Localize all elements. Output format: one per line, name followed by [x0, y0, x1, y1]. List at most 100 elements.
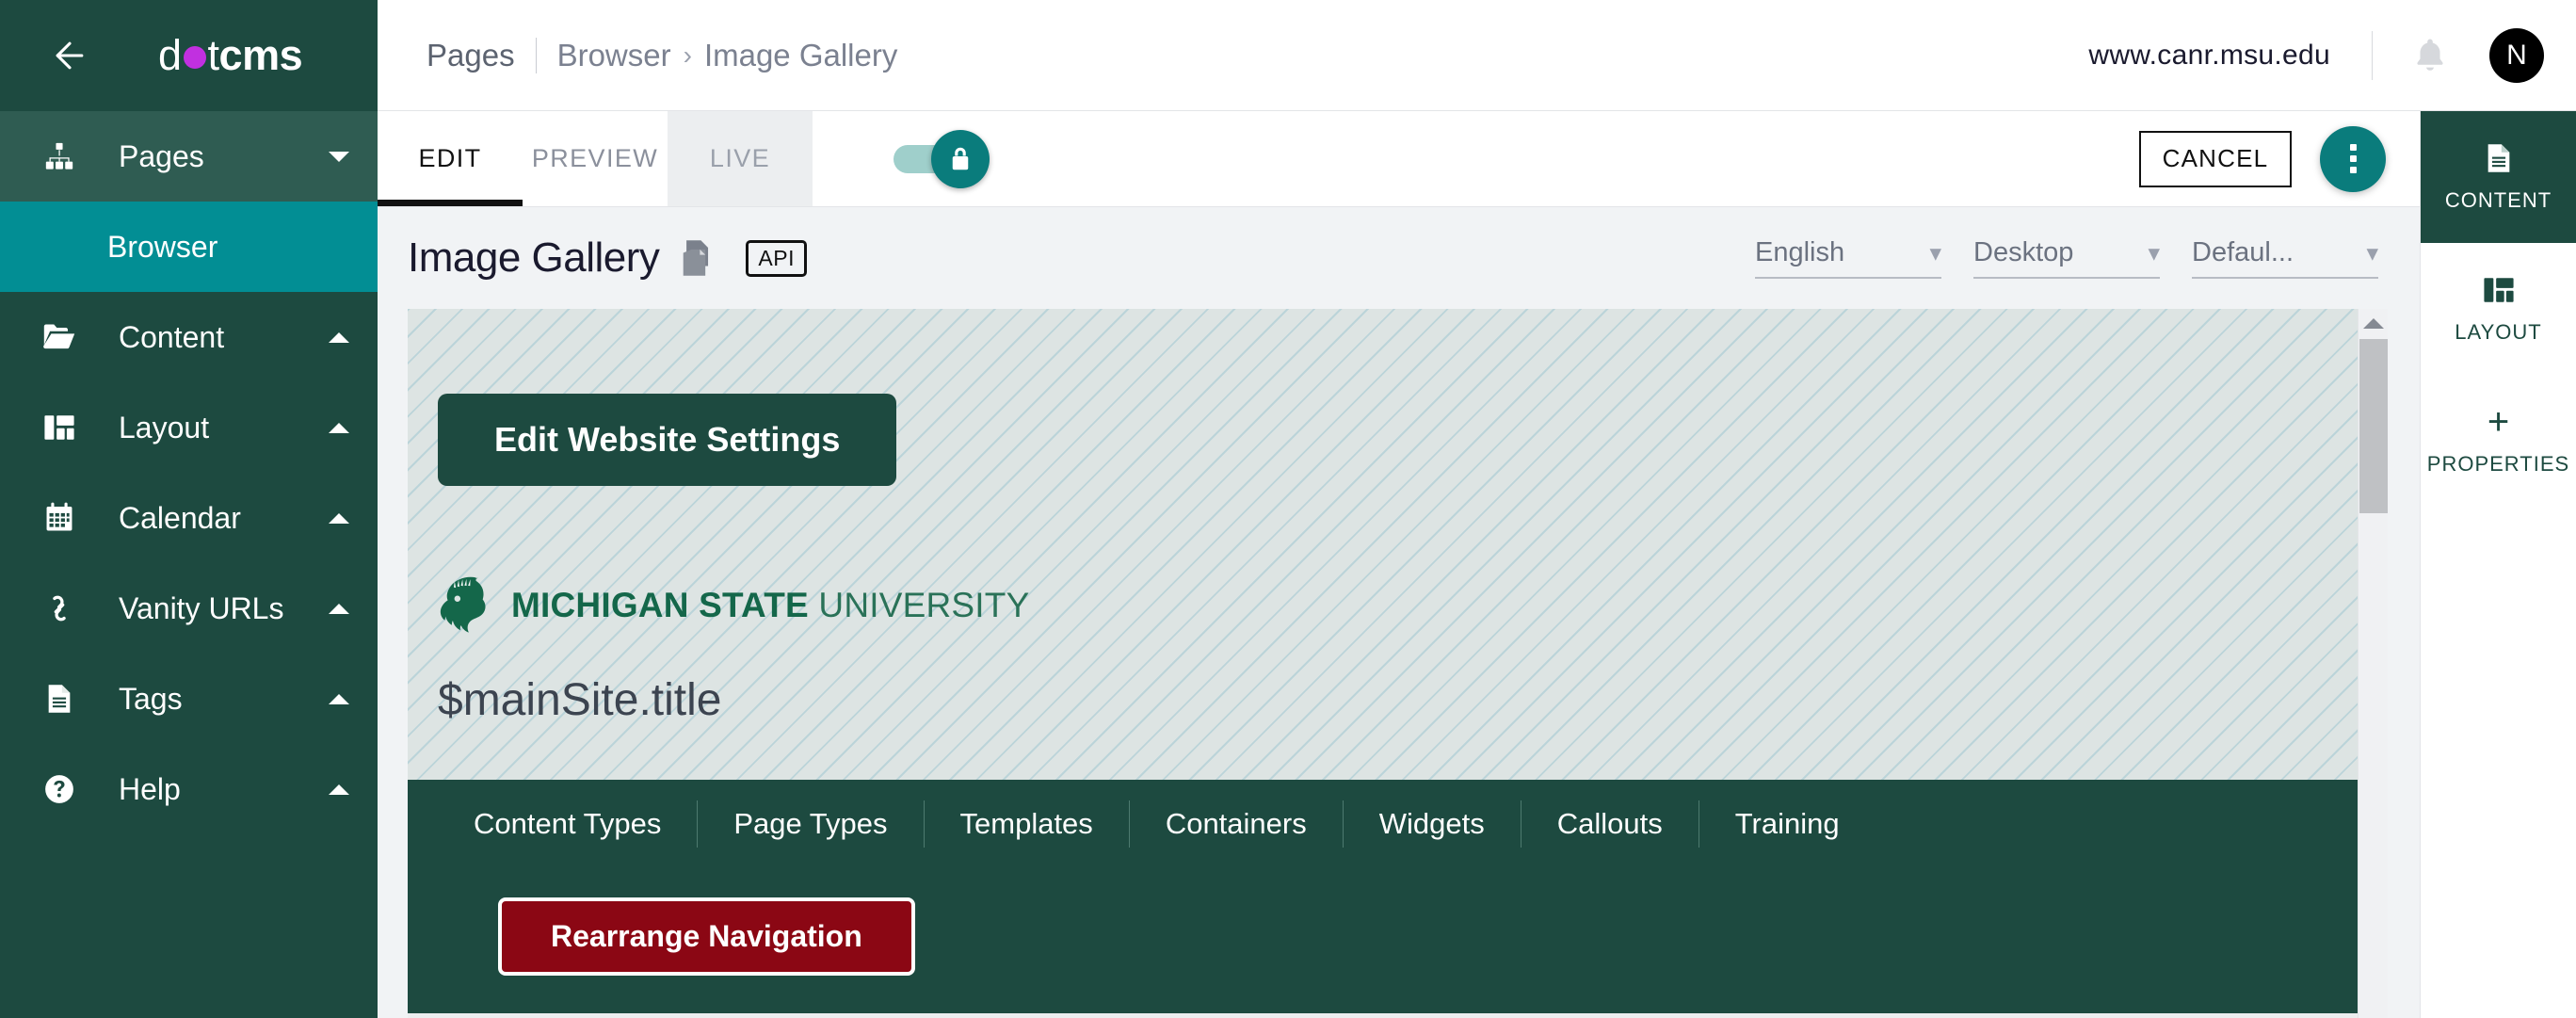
sidebar-item-content[interactable]: Content	[0, 292, 378, 382]
sidebar-item-help[interactable]: Help	[0, 744, 378, 834]
sidebar-item-calendar[interactable]: Calendar	[0, 473, 378, 563]
sidebar-item-label: Layout	[119, 410, 210, 444]
page-preview-iframe[interactable]: Edit Website Settings MICHIGAN STATE UNI…	[408, 309, 2358, 1018]
chevron-up-icon[interactable]	[329, 331, 349, 343]
sidebar-item-vanity-urls[interactable]: Vanity URLs	[0, 563, 378, 654]
nav-item-page-types[interactable]: Page Types	[698, 807, 923, 841]
more-options-button[interactable]	[2320, 125, 2386, 192]
notifications-bell-icon[interactable]	[2410, 36, 2450, 75]
sidebar-item-pages[interactable]: Pages	[0, 111, 378, 202]
canvas-scrollbar[interactable]	[2358, 309, 2388, 1018]
api-badge[interactable]: API	[746, 239, 807, 277]
sidebar-item-label: Calendar	[119, 500, 241, 535]
lock-icon	[931, 129, 990, 188]
sidebar-item-label: Help	[119, 771, 181, 806]
tab-edit[interactable]: EDIT	[378, 111, 523, 206]
sidebar-item-label: Content	[119, 319, 225, 354]
chevron-up-icon[interactable]	[329, 784, 349, 795]
nav-item-callouts[interactable]: Callouts	[1521, 807, 1699, 841]
dotcms-logo[interactable]: d t cms	[158, 31, 303, 80]
help-circle-icon	[40, 773, 79, 805]
rail-item-layout[interactable]: LAYOUT	[2421, 243, 2576, 375]
lock-toggle[interactable]	[894, 129, 990, 188]
actions-divider	[2372, 30, 2373, 80]
rail-item-label: LAYOUT	[2455, 320, 2542, 344]
nav-item-templates[interactable]: Templates	[925, 807, 1129, 841]
logo-text-cms: cms	[218, 31, 303, 79]
editor-main: EDIT PREVIEW LIVE CANCEL Image Gallery A…	[378, 111, 2420, 1018]
brand-area: d t cms	[0, 0, 378, 111]
msu-wordmark-bold: MICHIGAN STATE	[511, 586, 809, 624]
nav-item-containers[interactable]: Containers	[1130, 807, 1343, 841]
breadcrumb-parent[interactable]: Browser	[557, 38, 671, 73]
site-url-label[interactable]: www.canr.msu.edu	[2088, 40, 2330, 72]
editor-toolbar: EDIT PREVIEW LIVE CANCEL	[378, 111, 2420, 207]
sidebar-item-tags[interactable]: Tags	[0, 654, 378, 744]
view-selectors: English ▾ Desktop ▾ Defaul... ▾	[1755, 237, 2378, 279]
tab-live[interactable]: LIVE	[668, 111, 813, 206]
scroll-up-arrow-icon[interactable]	[2362, 318, 2384, 329]
site-breadcrumb: / Demo / Containers /	[408, 1013, 2358, 1018]
breadcrumb-divider	[535, 37, 537, 73]
chevron-down-icon: ▾	[1929, 239, 1941, 267]
scrollbar-thumb[interactable]	[2359, 339, 2388, 513]
logo-text-d: d	[158, 31, 182, 79]
page-title: Image Gallery	[408, 234, 660, 281]
chevron-up-icon[interactable]	[329, 693, 349, 704]
dotcms-page-editor: d t cms Pages Browser › Image Gallery www.…	[0, 0, 2576, 1018]
main-site-title: $mainSite.title	[438, 675, 722, 725]
copy-icon[interactable]	[682, 240, 714, 276]
page-header: Image Gallery API English ▾ Desktop ▾ De…	[378, 207, 2420, 309]
rail-item-properties[interactable]: + PROPERTIES	[2421, 375, 2576, 507]
kebab-dot	[2349, 144, 2357, 151]
sidebar-item-layout[interactable]: Layout	[0, 382, 378, 473]
edit-website-settings-button[interactable]: Edit Website Settings	[438, 394, 897, 486]
rail-item-content[interactable]: CONTENT	[2421, 111, 2576, 243]
nav-item-training[interactable]: Training	[1699, 807, 1876, 841]
spartan-helmet-icon	[438, 576, 491, 635]
back-arrow-icon[interactable]	[49, 35, 90, 76]
breadcrumb: Pages Browser › Image Gallery	[427, 37, 897, 73]
chevron-up-icon[interactable]	[329, 603, 349, 614]
page-content: Edit Website Settings MICHIGAN STATE UNI…	[408, 309, 2358, 726]
breadcrumb-section[interactable]: Pages	[427, 38, 515, 73]
chevron-down-icon[interactable]	[329, 151, 349, 162]
cancel-button[interactable]: CANCEL	[2139, 130, 2292, 187]
calendar-icon	[40, 502, 79, 534]
document-icon	[40, 683, 79, 715]
app-body: Pages Browser Content Layout Calendar Va…	[0, 111, 2576, 1018]
lock-toggle-wrap	[894, 111, 990, 206]
nav-item-widgets[interactable]: Widgets	[1344, 807, 1521, 841]
rail-item-label: PROPERTIES	[2426, 452, 2570, 476]
top-bar: d t cms Pages Browser › Image Gallery www.…	[0, 0, 2576, 111]
link-icon	[40, 592, 79, 624]
msu-logo: MICHIGAN STATE UNIVERSITY	[438, 576, 2358, 635]
folder-open-icon	[40, 323, 79, 351]
kebab-dot	[2349, 167, 2357, 173]
sitemap-icon	[40, 140, 79, 172]
chevron-up-icon[interactable]	[329, 512, 349, 524]
sidebar-item-browser[interactable]: Browser	[0, 202, 378, 292]
sidebar-item-label: Tags	[119, 681, 183, 716]
device-selector[interactable]: Desktop ▾	[1973, 237, 2160, 279]
language-selector-value: English	[1755, 237, 1845, 267]
persona-selector[interactable]: Defaul... ▾	[2192, 237, 2378, 279]
sidebar-item-label: Vanity URLs	[119, 590, 284, 625]
top-bar-main: Pages Browser › Image Gallery www.canr.m…	[378, 0, 2576, 111]
layout-grid-icon	[2483, 273, 2515, 307]
language-selector[interactable]: English ▾	[1755, 237, 1941, 279]
rearrange-navigation-label: Rearrange Navigation	[551, 919, 862, 953]
logo-dot-icon	[183, 46, 206, 69]
rearrange-navigation-button[interactable]: Rearrange Navigation	[498, 897, 915, 976]
tab-preview[interactable]: PREVIEW	[523, 111, 668, 206]
layout-grid-icon	[40, 412, 79, 443]
chevron-up-icon[interactable]	[329, 422, 349, 433]
chevron-right-icon: ›	[683, 40, 692, 70]
page-canvas-wrap: Edit Website Settings MICHIGAN STATE UNI…	[378, 309, 2420, 1018]
nav-item-content-types[interactable]: Content Types	[438, 807, 697, 841]
sidebar-item-label: Pages	[119, 138, 204, 173]
plus-icon: +	[2487, 401, 2510, 443]
document-icon	[2485, 141, 2513, 175]
msu-wordmark-light: UNIVERSITY	[818, 586, 1030, 624]
user-avatar[interactable]: N	[2489, 27, 2544, 83]
